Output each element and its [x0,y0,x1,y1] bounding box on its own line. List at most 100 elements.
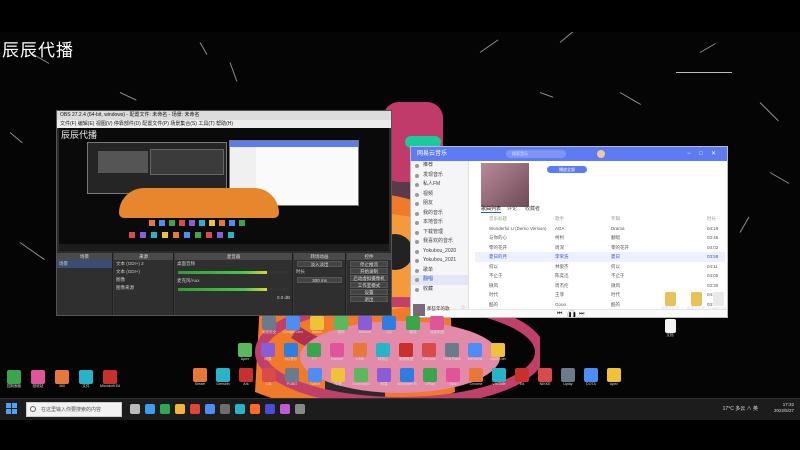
desktop-shortcut[interactable]: EA [512,368,532,387]
obs-titlebar[interactable]: OBS 27.2.4 (64-bit, windows) - 配置文件: 未命名… [57,111,391,120]
mic-audio-meter[interactable] [178,288,289,291]
taskbar-app-icon[interactable] [175,404,185,414]
desktop-shortcut[interactable]: 英雄联盟 [396,343,416,362]
desktop-file[interactable]: 文档 [660,319,680,338]
maximize-icon[interactable]: □ [699,150,703,158]
sidebar-item[interactable]: 推荐 [411,161,468,171]
desktop-shortcut[interactable]: Discord [355,316,375,335]
taskbar-app-icon[interactable] [220,404,230,414]
desktop-shortcut[interactable]: 网易 [374,368,394,387]
transition-select[interactable]: 淡入淡出 [297,261,342,267]
source-item[interactable]: 文本 (GDI+) [114,268,173,276]
taskbar-app-icon[interactable] [280,404,290,414]
taskbar-search-input[interactable]: 在这里输入你要搜索的内容 [26,402,122,417]
start-button[interactable] [6,403,18,415]
desktop-shortcut[interactable]: 哔哩 [328,368,348,387]
source-item[interactable]: 图像 [114,276,173,284]
desktop-shortcut[interactable]: 网易 [258,343,278,362]
exit-button[interactable]: 退出 [350,296,388,302]
table-row[interactable]: 微风 周杰伦 微风 03:30 [475,281,725,291]
minimize-icon[interactable]: − [687,150,691,158]
desktop-shortcut[interactable]: 搜狗 [331,316,351,335]
table-row[interactable]: 何以 林俊杰 何以 04:11 [475,262,725,272]
desktop-shortcut[interactable]: WeGame [465,343,485,362]
taskbar-app-icon[interactable] [295,404,305,414]
desktop-shortcut[interactable]: Steam [307,316,327,335]
desktop-shortcut[interactable]: Epic [443,368,463,387]
user-avatar[interactable] [597,150,605,158]
desktop-shortcut[interactable]: Ark [236,368,256,387]
desktop-shortcut[interactable]: DOTA [581,368,601,387]
desktop-shortcut[interactable]: Apex [235,343,255,362]
sidebar-item[interactable]: 翻唱 [411,275,468,285]
settings-button[interactable]: 设置 [350,289,388,295]
desktop-shortcut[interactable]: 百度网盘 [427,316,447,335]
desktop-shortcut[interactable]: Wallpaper Engine [397,368,417,387]
desktop-audio-meter[interactable] [178,271,289,274]
desktop-shortcut[interactable]: QQ [379,316,399,335]
pause-icon[interactable]: ❚❚ [567,310,576,317]
obs-window[interactable]: OBS 27.2.4 (64-bit, windows) - 配置文件: 未命名… [56,110,392,316]
sidebar-item[interactable]: Yokubou_2020 [411,247,468,257]
desktop-shortcut[interactable]: YY [304,343,324,362]
taskbar-app-icon[interactable] [205,404,215,414]
table-row[interactable]: 夏日的月 李荣浩 夏日 03:58 [475,252,725,262]
system-tray[interactable]: 17°C 多云 ∧ 英 [723,403,758,415]
desktop-shortcut[interactable]: 360 [52,370,72,389]
desktop-shortcut[interactable]: PUBG [282,368,302,387]
taskbar-app-icon[interactable] [235,404,245,414]
sidebar-item[interactable]: 本地音乐 [411,218,468,228]
sidebar-item[interactable]: 下载管理 [411,228,468,238]
desktop-shortcut[interactable]: 火绒安全 [259,316,279,335]
taskbar-app-icon[interactable] [160,404,170,414]
sidebar-item[interactable]: 我喜欢的音乐 [411,237,468,247]
desktop-shortcut[interactable]: RGB Flash [442,343,462,362]
source-item[interactable]: 文本 (GDI+) 2 [114,260,173,268]
tab-songs[interactable]: 歌曲列表 [481,205,502,213]
desktop-shortcut[interactable]: Microsoft Edge [100,370,120,389]
music-search-input[interactable]: 搜索音乐 [506,150,566,158]
desktop-shortcut[interactable]: Apex [604,368,624,387]
desktop-shortcut[interactable]: Battle.net [488,343,508,362]
sidebar-item[interactable]: 视频 [411,190,468,200]
heart-icon[interactable]: ♡ [461,305,465,311]
taskbar-app-icon[interactable] [130,404,140,414]
desktop-shortcut[interactable]: Steam [190,368,210,387]
desktop-shortcut[interactable]: Twitch [305,368,325,387]
tab-collectors[interactable]: 收藏者 [525,205,540,212]
sidebar-item[interactable]: 朋友 [411,199,468,209]
table-row[interactable]: 不止于 陈奕迅 不止于 04:05 [475,271,725,281]
desktop-shortcut[interactable]: 文件 [76,370,96,389]
desktop-shortcut[interactable]: NIKKE [535,368,555,387]
desktop-shortcut[interactable]: VSCode [489,368,509,387]
desktop-shortcut[interactable]: Genshin [213,368,233,387]
virtual-camera-button[interactable]: 启动虚拟摄像机 [350,275,388,281]
taskbar-app-icon[interactable] [250,404,260,414]
desktop-shortcut[interactable]: 回收站 [28,370,48,389]
scene-item[interactable]: 场景 [57,260,112,268]
table-row[interactable]: 与你的心 柯柯 翻唱 03:45 [475,233,725,243]
desktop-shortcut[interactable]: VSCode [419,343,439,362]
desktop-shortcut[interactable]: UPlay [420,368,440,387]
desktop-shortcut[interactable]: 网易云 [373,343,393,362]
desktop-shortcut[interactable]: 微信 [403,316,423,335]
desktop-shortcut[interactable]: QQ音乐 [281,343,301,362]
obs-menubar[interactable]: 文件(F) 编辑(E) 视图(V) 停靠部件(D) 配置文件(P) 场景集合(S… [57,120,391,128]
sidebar-item[interactable]: 发现音乐 [411,171,468,181]
desktop-shortcut[interactable]: LOL [259,368,279,387]
taskbar-clock[interactable]: 17:32 2022/5/27 [774,402,794,414]
music-player-window[interactable]: 网易云音乐 搜索音乐 ✕ □ − 推荐 发现音乐 私人FM 视频 朋友 我的音乐 本地音乐下… [410,146,728,318]
play-all-button[interactable]: 播放全部 [547,166,587,173]
sidebar-item[interactable]: 歌单 [411,266,468,276]
desktop-file[interactable]: 新建文件夹 [686,292,706,311]
desktop-file[interactable]: 新建文件夹 [660,292,680,311]
duration-input[interactable]: 300 ms [297,277,342,283]
table-row[interactable]: Wonderful U (Demo Version) AGA Drama 04:19 [475,224,725,234]
stop-streaming-button[interactable]: 停止推流 [350,261,388,267]
desktop-shortcut[interactable]: Chrome [466,368,486,387]
desktop-shortcut[interactable]: Overwatch [351,368,371,387]
desktop-shortcut[interactable]: 控制面板 [4,370,24,389]
prev-icon[interactable]: ⏮ [557,311,562,317]
next-icon[interactable]: ⏭ [579,311,584,317]
sidebar-item[interactable]: 私人FM [411,180,468,190]
